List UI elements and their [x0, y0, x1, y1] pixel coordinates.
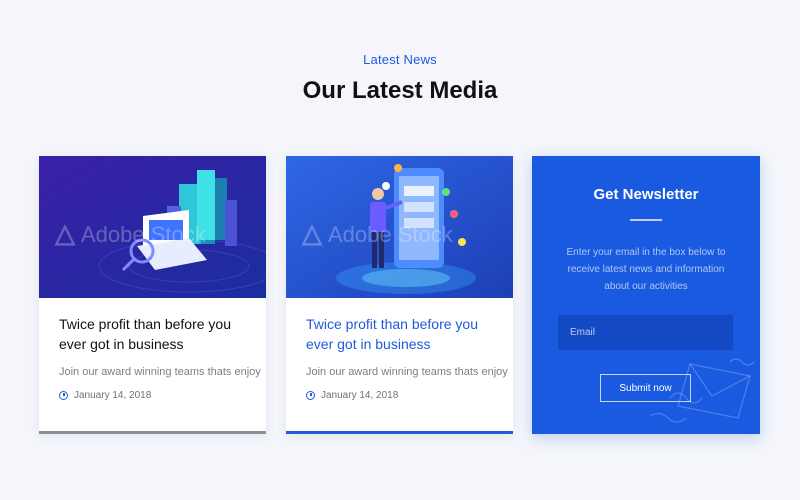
email-input[interactable]	[558, 315, 733, 350]
adobe-logo-icon: △	[302, 218, 322, 248]
newsletter-panel: Get Newsletter Enter your email in the b…	[532, 156, 760, 434]
stock-watermark: △ Adobe Stock	[55, 218, 206, 248]
clock-icon	[59, 391, 68, 400]
section-title: Our Latest Media	[302, 77, 498, 104]
section-kicker: Latest News	[363, 52, 437, 67]
news-card-excerpt: Join our award winning teams thats enjoy	[306, 366, 508, 378]
newsletter-title: Get Newsletter	[593, 186, 699, 203]
news-card-image[interactable]: △ Adobe Stock	[286, 156, 513, 298]
section-header: Latest News Our Latest Media	[0, 52, 800, 105]
news-card-date: January 14, 2018	[306, 390, 398, 401]
title-divider	[630, 219, 662, 221]
adobe-logo-icon: △	[55, 218, 75, 248]
stock-watermark: △ Adobe Stock	[302, 218, 453, 248]
news-card-date-text: January 14, 2018	[321, 390, 399, 401]
news-card-date-text: January 14, 2018	[74, 390, 152, 401]
news-card-2[interactable]: △ Adobe Stock Twice profit than before yo…	[286, 156, 513, 434]
news-card-title[interactable]: Twice profit than before you ever got in…	[59, 314, 254, 354]
clock-icon	[306, 391, 315, 400]
news-card-title[interactable]: Twice profit than before you ever got in…	[306, 314, 501, 354]
news-card-excerpt: Join our award winning teams thats enjoy	[59, 366, 261, 378]
envelope-icon	[650, 358, 755, 423]
news-card-date: January 14, 2018	[59, 390, 151, 401]
news-card-image[interactable]: △ Adobe Stock	[39, 156, 266, 298]
newsletter-description: Enter your email in the box below to rec…	[566, 247, 726, 292]
news-card-1[interactable]: △ Adobe Stock Twice profit than before yo…	[39, 156, 266, 434]
